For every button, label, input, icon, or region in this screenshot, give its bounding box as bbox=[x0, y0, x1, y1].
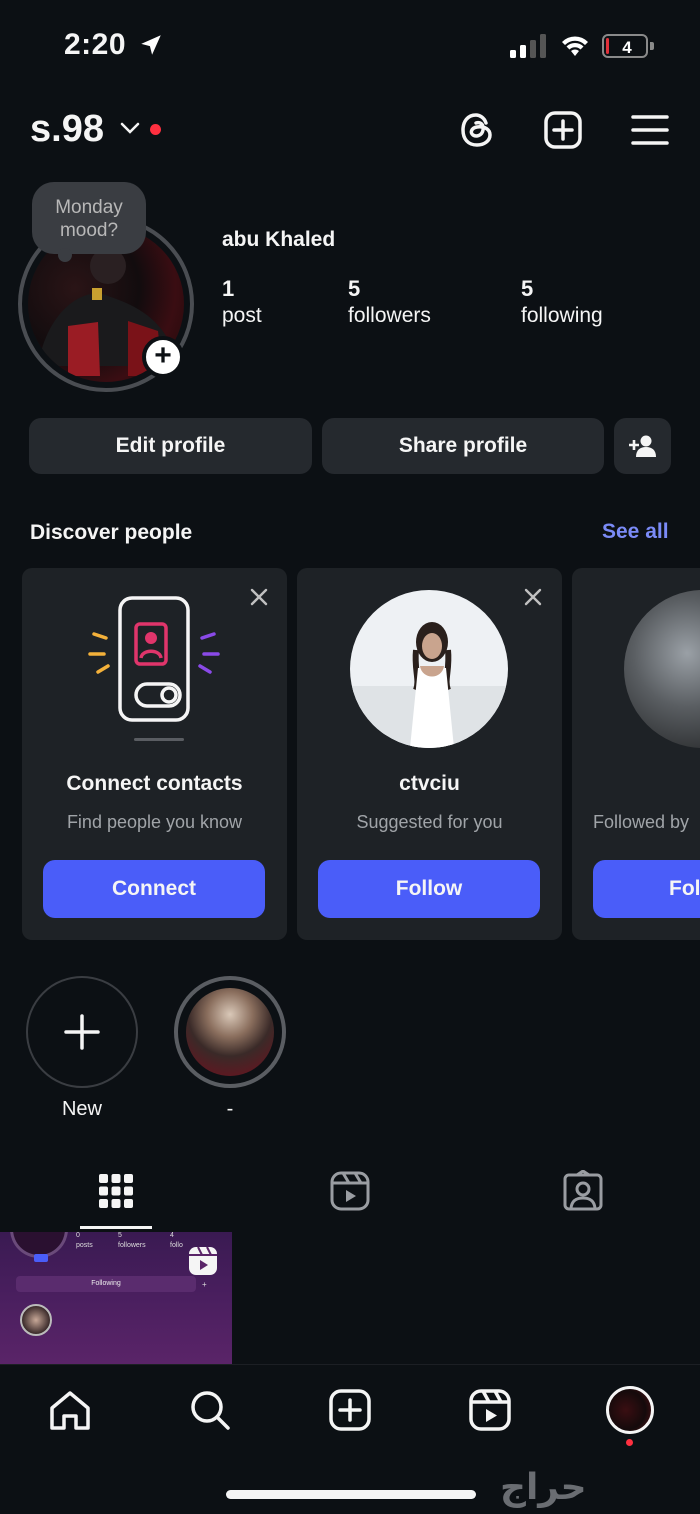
notification-dot bbox=[626, 1439, 633, 1446]
profile-tab-avatar[interactable] bbox=[606, 1386, 654, 1434]
close-icon[interactable] bbox=[248, 586, 270, 608]
wifi-icon bbox=[562, 36, 588, 56]
card-subtitle: Find people you know bbox=[66, 812, 243, 832]
thumb-badge bbox=[34, 1254, 48, 1262]
close-icon[interactable] bbox=[522, 586, 544, 608]
cellular-signal-icon bbox=[510, 34, 546, 58]
plus-square-icon[interactable] bbox=[543, 110, 583, 150]
highlight-cover[interactable] bbox=[186, 988, 274, 1076]
note-bubble[interactable]: Monday mood? bbox=[32, 182, 146, 254]
connect-button[interactable]: Connect bbox=[43, 860, 265, 918]
card-title[interactable]: ctvciu bbox=[297, 772, 562, 796]
thumb-highlight bbox=[20, 1304, 52, 1336]
grid-icon[interactable] bbox=[95, 1170, 137, 1212]
status-time: 2:20 bbox=[64, 28, 127, 61]
share-profile-button[interactable]: Share profile bbox=[322, 418, 604, 474]
suggested-user-avatar[interactable] bbox=[350, 590, 508, 748]
home-icon[interactable] bbox=[48, 1388, 92, 1432]
highlight-label: New bbox=[61, 1098, 102, 1120]
discover-people-title: Discover people bbox=[30, 521, 193, 544]
thumb-add-icon: + bbox=[202, 1280, 207, 1289]
add-person-icon bbox=[628, 435, 656, 457]
chevron-down-icon[interactable] bbox=[120, 120, 140, 136]
active-tab-indicator bbox=[80, 1226, 152, 1229]
home-indicator[interactable] bbox=[226, 1490, 476, 1499]
thumb-stat: 4 bbox=[170, 1232, 174, 1239]
discover-people-button[interactable] bbox=[614, 418, 671, 474]
reels-icon bbox=[189, 1246, 217, 1275]
thumb-stat: followers bbox=[118, 1242, 146, 1249]
reels-icon[interactable] bbox=[329, 1170, 371, 1212]
note-bubble-tail bbox=[58, 248, 72, 262]
search-icon[interactable] bbox=[188, 1388, 232, 1432]
following-count[interactable]: 5 bbox=[521, 276, 533, 302]
watermark-logo: حراج bbox=[500, 1466, 587, 1507]
plus-icon bbox=[64, 1014, 100, 1050]
following-label[interactable]: following bbox=[521, 304, 603, 328]
highlight-label: - bbox=[226, 1098, 234, 1120]
edit-profile-button[interactable]: Edit profile bbox=[29, 418, 312, 474]
contacts-phone-illustration bbox=[88, 596, 220, 741]
card-subtitle: Suggested for you bbox=[356, 812, 503, 832]
card-title: Connect contacts bbox=[66, 772, 243, 795]
thumb-stat: 0 bbox=[76, 1232, 80, 1239]
see-all-link[interactable]: See all bbox=[602, 520, 669, 544]
hamburger-icon[interactable] bbox=[630, 110, 670, 150]
followers-count[interactable]: 5 bbox=[348, 276, 360, 302]
add-story-button[interactable]: + bbox=[142, 336, 184, 378]
profile-name: abu Khaled bbox=[222, 228, 336, 251]
thumb-stat: 5 bbox=[118, 1232, 122, 1239]
tagged-icon[interactable] bbox=[562, 1170, 604, 1212]
follow-button-partial[interactable]: Fol bbox=[593, 860, 700, 918]
notification-dot bbox=[150, 124, 161, 135]
battery-level-text: 4 bbox=[622, 38, 632, 57]
grid-post-thumbnail[interactable]: 0 posts 5 followers 4 follo Following + bbox=[0, 1232, 232, 1364]
username-switcher[interactable]: s.98 bbox=[30, 108, 104, 151]
threads-icon[interactable] bbox=[457, 110, 497, 150]
new-highlight-button[interactable] bbox=[26, 976, 138, 1088]
suggested-user-avatar[interactable] bbox=[624, 590, 700, 748]
thumb-stat: follo bbox=[170, 1242, 183, 1249]
posts-count[interactable]: 1 bbox=[222, 276, 234, 302]
follow-button[interactable]: Follow bbox=[318, 860, 540, 918]
thumb-following-button: Following bbox=[16, 1276, 196, 1292]
posts-label[interactable]: post bbox=[222, 304, 262, 328]
create-icon[interactable] bbox=[328, 1388, 372, 1432]
followers-label[interactable]: followers bbox=[348, 304, 431, 328]
reels-icon[interactable] bbox=[468, 1388, 512, 1432]
battery-indicator: 4 bbox=[602, 34, 654, 58]
thumb-stat: posts bbox=[76, 1242, 93, 1249]
card-subtitle: Followed by bbox=[593, 812, 690, 832]
location-arrow-icon bbox=[141, 35, 161, 55]
